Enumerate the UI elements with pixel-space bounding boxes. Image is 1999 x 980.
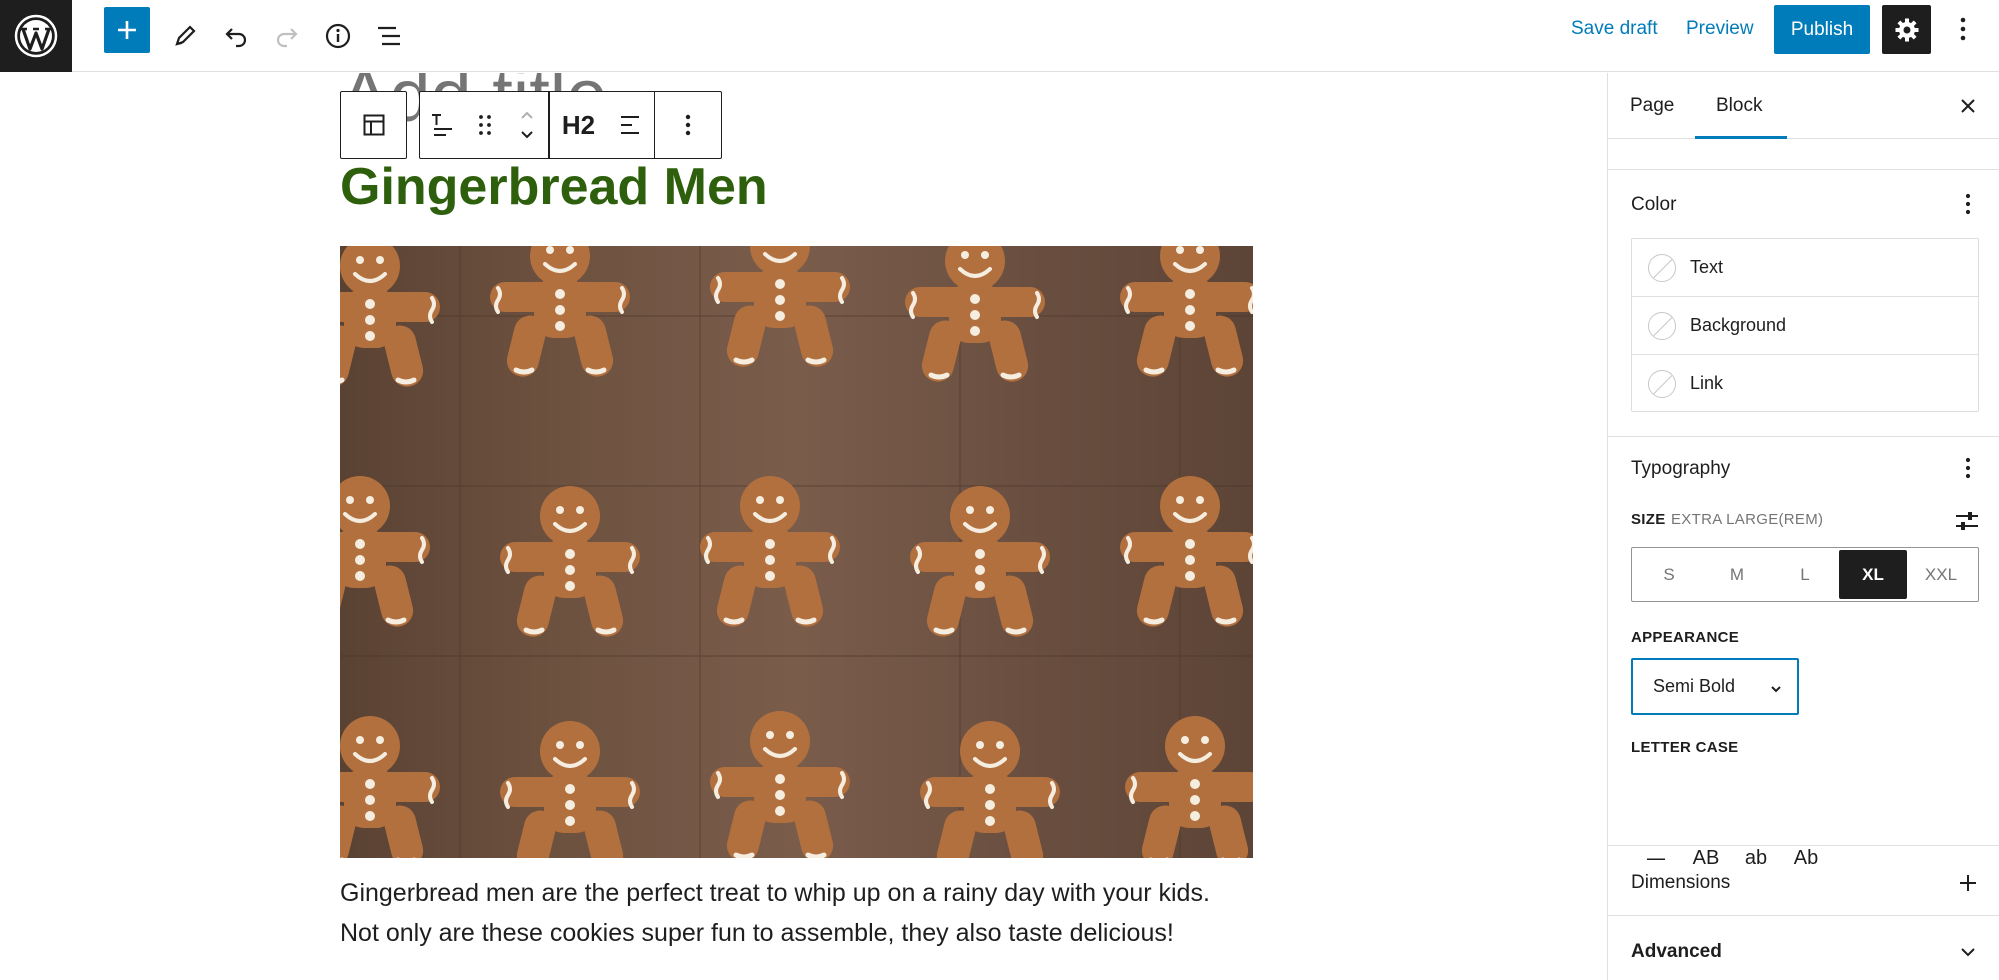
size-option-xl[interactable]: XL	[1839, 550, 1907, 599]
size-option-xxl[interactable]: XXL	[1907, 550, 1975, 599]
panel-divider	[1608, 169, 1999, 170]
editor-canvas: Add title H2	[0, 73, 1607, 980]
wordpress-logo-icon[interactable]	[0, 0, 72, 72]
paragraph-line: Not only are these cookies super fun to …	[340, 919, 1174, 947]
custom-size-sliders-icon[interactable]	[1952, 506, 1982, 536]
block-toolbar: H2	[340, 91, 722, 159]
size-option-m[interactable]: M	[1703, 550, 1771, 599]
letter-case-label: LETTER CASE	[1631, 739, 1739, 756]
color-item-text[interactable]: Text	[1632, 239, 1978, 296]
publish-button[interactable]: Publish	[1774, 5, 1870, 54]
active-tab-indicator	[1695, 136, 1787, 139]
parent-block-icon[interactable]	[341, 92, 406, 158]
color-item-background[interactable]: Background	[1632, 297, 1978, 354]
color-panel-title: Color	[1631, 194, 1677, 215]
redo-icon[interactable]	[265, 14, 309, 58]
undo-icon[interactable]	[214, 14, 258, 58]
typography-panel-title: Typography	[1631, 458, 1731, 479]
settings-gear-icon[interactable]	[1882, 5, 1931, 54]
color-item-label: Background	[1690, 315, 1787, 335]
gingerbread-image[interactable]	[340, 246, 1253, 858]
size-option-s[interactable]: S	[1635, 550, 1703, 599]
panel-divider	[1608, 436, 1999, 437]
chevron-down-icon[interactable]	[1954, 938, 1982, 966]
move-up-down-icon[interactable]	[506, 92, 548, 158]
paragraph-block[interactable]: Gingerbread men are the perfect treat to…	[340, 873, 1280, 953]
align-text-icon[interactable]	[608, 92, 654, 158]
heading-level-label: H2	[561, 109, 596, 140]
panel-divider	[1608, 915, 1999, 916]
letter-case-capitalize[interactable]: Ab	[1781, 837, 1831, 879]
more-options-icon[interactable]	[1948, 7, 1978, 51]
color-options-icon[interactable]	[1956, 189, 1980, 219]
color-item-label: Link	[1690, 373, 1724, 393]
size-option-l[interactable]: L	[1771, 550, 1839, 599]
heading-level-button[interactable]: H2	[550, 92, 608, 158]
font-size-picker: S M L XL XXL	[1631, 547, 1979, 602]
color-item-link[interactable]: Link	[1632, 355, 1978, 412]
color-item-label: Text	[1690, 257, 1724, 277]
heading-block[interactable]: Gingerbread Men	[340, 157, 768, 217]
dimensions-panel-title[interactable]: Dimensions	[1631, 872, 1730, 894]
tools-pencil-icon[interactable]	[163, 14, 207, 58]
appearance-value: Semi Bold	[1653, 676, 1736, 696]
panel-divider	[1608, 845, 1999, 846]
save-draft-button[interactable]: Save draft	[1571, 18, 1658, 40]
block-controls-group: H2	[419, 91, 722, 159]
tab-page[interactable]: Page	[1630, 95, 1674, 117]
block-parent-group	[340, 91, 407, 159]
list-view-icon[interactable]	[367, 14, 411, 58]
chevron-down-icon	[1769, 680, 1783, 701]
block-options-icon[interactable]	[655, 92, 721, 158]
empty-swatch-icon	[1648, 311, 1676, 340]
size-value: EXTRA LARGE(REM)	[1671, 511, 1824, 528]
tab-block[interactable]: Block	[1716, 95, 1762, 117]
close-icon[interactable]	[1951, 89, 1985, 123]
color-settings-list: Text Background Link	[1631, 238, 1979, 412]
empty-swatch-icon	[1648, 253, 1676, 282]
preview-button[interactable]: Preview	[1686, 18, 1754, 40]
editor-top-bar: Save draft Preview Publish	[0, 0, 1999, 72]
add-dimensions-plus-icon[interactable]	[1954, 869, 1982, 897]
add-block-button[interactable]	[104, 7, 150, 53]
info-icon[interactable]	[316, 14, 360, 58]
settings-sidebar: Page Block Color Text Background Link Ty…	[1607, 73, 1999, 980]
size-label: SIZE	[1631, 511, 1666, 528]
empty-swatch-icon	[1648, 369, 1676, 398]
drag-handle-icon[interactable]	[464, 92, 506, 158]
typography-options-icon[interactable]	[1956, 453, 1980, 483]
sidebar-tabs: Page Block	[1608, 73, 1999, 139]
letter-case-lowercase[interactable]: ab	[1731, 837, 1781, 879]
block-type-heading-icon[interactable]	[420, 92, 464, 158]
appearance-select[interactable]: Semi Bold	[1631, 658, 1799, 715]
paragraph-line: Gingerbread men are the perfect treat to…	[340, 879, 1210, 907]
appearance-label: APPEARANCE	[1631, 629, 1740, 646]
advanced-panel-title[interactable]: Advanced	[1631, 941, 1722, 963]
